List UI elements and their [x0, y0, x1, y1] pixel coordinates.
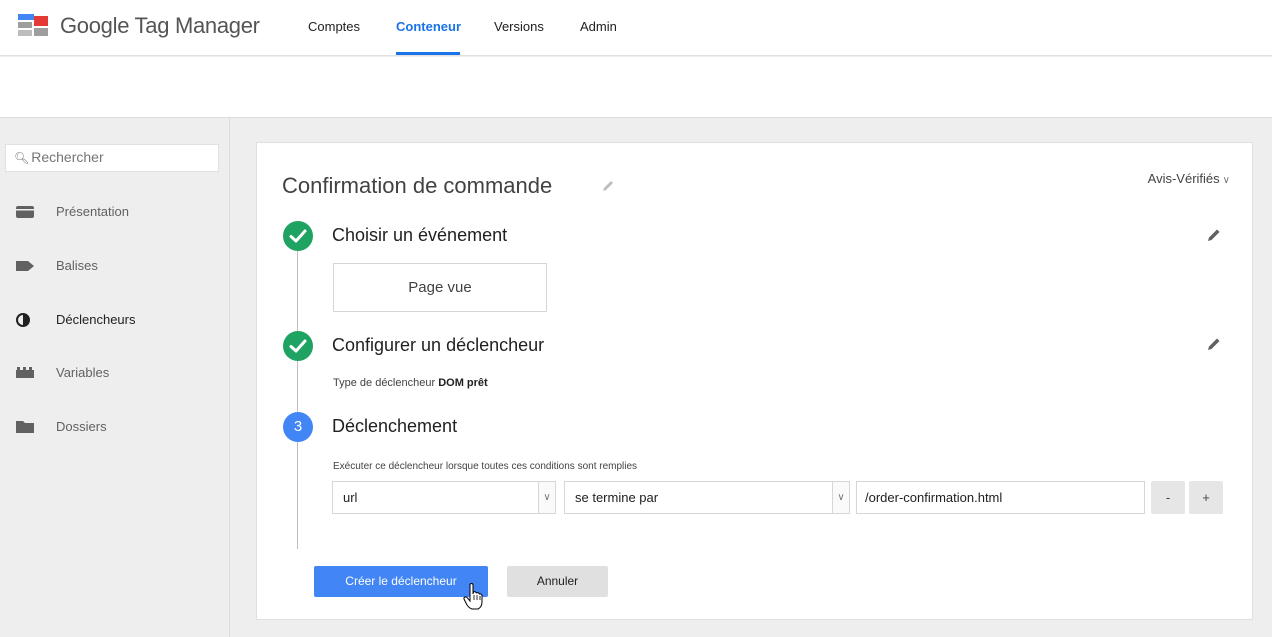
step-3-title: Déclenchement: [332, 416, 458, 436]
sidebar-item-balises[interactable]: Balises: [0, 247, 228, 287]
sidebar-item-label: Présentation: [56, 204, 129, 219]
hand-cursor-icon: [463, 583, 483, 610]
active-tab-indicator: [396, 52, 460, 55]
sidebar-item-label: Dossiers: [56, 419, 107, 434]
tab-comptes[interactable]: Comptes: [308, 19, 360, 34]
operator-select[interactable]: se termine par ∨: [564, 481, 850, 514]
trigger-type-line: Type de déclencheur DOM prêt: [333, 377, 488, 389]
sidebar-item-label: Variables: [56, 365, 110, 380]
chevron-down-icon: ∨: [538, 482, 555, 513]
account-selector[interactable]: Avis-Vérifiés ∨: [1148, 171, 1230, 186]
variables-icon: [16, 367, 34, 378]
top-header: Google Tag Manager Comptes Conteneur Ver…: [0, 0, 1272, 56]
step-2-check-icon: [283, 331, 313, 361]
trigger-editor-card: Confirmation de commande Avis-Vérifiés ∨ …: [256, 142, 1253, 620]
create-trigger-button[interactable]: Créer le déclencheur: [314, 566, 488, 597]
brand-name: Google Tag Manager: [60, 13, 260, 38]
sidebar-item-variables[interactable]: Variables: [0, 354, 228, 394]
sidebar-item-declencheurs[interactable]: Déclencheurs: [0, 301, 228, 341]
trigger-type-prefix: Type de déclencheur: [333, 377, 436, 389]
chevron-down-icon: ∨: [832, 482, 849, 513]
chevron-down-icon: ∨: [1222, 175, 1230, 186]
variable-select[interactable]: url ∨: [332, 481, 556, 514]
step-1-title: Choisir un événement: [332, 225, 508, 245]
cancel-button[interactable]: Annuler: [507, 566, 608, 597]
trigger-type-value: DOM prêt: [438, 377, 488, 389]
account-name: Avis-Vérifiés: [1147, 171, 1220, 186]
edit-step-1-icon[interactable]: [1206, 227, 1222, 243]
search-placeholder: Rechercher: [31, 149, 104, 165]
step-1-check-icon: [283, 221, 313, 251]
sidebar-item-label: Déclencheurs: [56, 312, 136, 327]
add-condition-button[interactable]: +: [1189, 481, 1223, 514]
edit-step-2-icon[interactable]: [1206, 336, 1222, 352]
tab-conteneur[interactable]: Conteneur: [396, 19, 461, 34]
variable-select-value: url: [343, 490, 358, 505]
sidebar: 🔍︎ Rechercher Présentation Balises Déclen…: [0, 118, 230, 637]
gtm-logo-icon: [18, 14, 48, 36]
overview-icon: [16, 206, 34, 218]
event-type-box[interactable]: Page vue: [333, 263, 547, 312]
tab-admin[interactable]: Admin: [580, 19, 617, 34]
sub-header-bar: [0, 57, 1272, 118]
search-icon: 🔍︎: [14, 151, 30, 165]
page-title: Confirmation de commande: [282, 173, 553, 198]
step-3-number: 3: [283, 412, 313, 442]
tag-icon: [16, 261, 34, 271]
search-input[interactable]: 🔍︎ Rechercher: [5, 144, 219, 172]
operator-select-value: se termine par: [575, 490, 659, 505]
sidebar-item-presentation[interactable]: Présentation: [0, 193, 228, 233]
sidebar-item-dossiers[interactable]: Dossiers: [0, 408, 228, 448]
remove-condition-button[interactable]: -: [1151, 481, 1185, 514]
trigger-icon: [16, 313, 30, 327]
folder-icon: [16, 421, 34, 433]
edit-title-icon[interactable]: [601, 179, 615, 193]
sidebar-item-label: Balises: [56, 258, 98, 273]
tab-versions[interactable]: Versions: [494, 19, 544, 34]
condition-value-input[interactable]: /order-confirmation.html: [856, 481, 1145, 514]
steps-timeline-line: [297, 251, 298, 549]
step-2-title: Configurer un déclencheur: [332, 335, 545, 355]
condition-label: Exécuter ce déclencheur lorsque toutes c…: [333, 461, 638, 472]
